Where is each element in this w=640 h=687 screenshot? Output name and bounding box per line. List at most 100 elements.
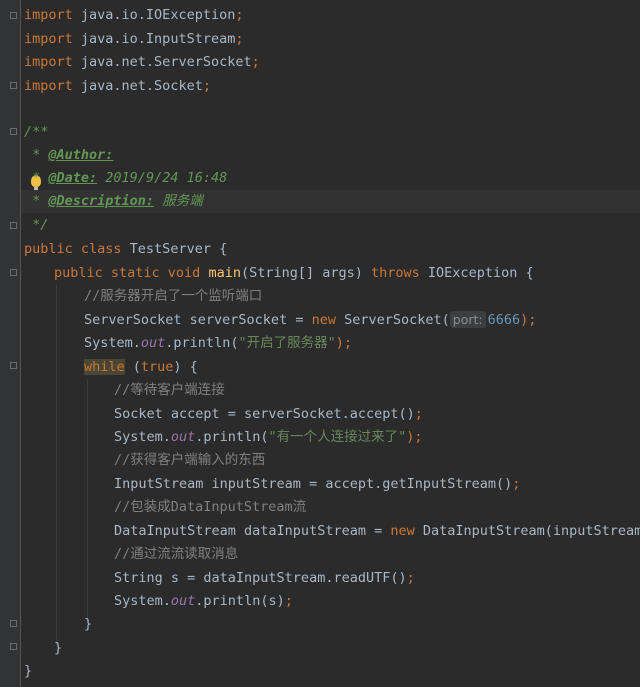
code-line-main[interactable]: public static void main(String[] args) t… [54,262,534,285]
code-comment: //等待客户端连接 [114,382,225,398]
fold-marker[interactable] [10,82,17,89]
code-editor[interactable]: import java.io.IOException; import java.… [0,0,640,687]
modifier-keywords: public static void [54,265,201,281]
code-line-println-2[interactable]: System.out.println("有一个人连接过来了"); [114,426,422,449]
variable-declaration: DataInputStream dataInputStream = [114,523,391,539]
code-line-while[interactable]: while (true) { [84,356,198,379]
string-literal: "开启了服务器" [238,335,336,351]
code-comment: //服务器开启了一个监听端口 [84,288,263,304]
code-line-comment-1[interactable]: //服务器开启了一个监听端口 [84,285,262,308]
code-line-doc-open[interactable]: /** [24,121,48,144]
code-line-comment-3[interactable]: //获得客户端输入的东西 [114,449,265,472]
variable-declaration: ServerSocket serverSocket = [84,312,312,328]
code-line-comment-4[interactable]: //包装成DataInputStream流 [114,496,306,519]
semicolon: ; [414,406,423,422]
fold-marker[interactable] [10,128,17,135]
code-line-accept[interactable]: Socket accept = serverSocket.accept(); [114,403,423,426]
semicolon: ; [251,54,260,70]
fold-marker[interactable] [10,362,17,369]
code-comment: //通过流流读取消息 [114,546,239,562]
code-line-doc-author[interactable]: * @Author: [24,144,113,167]
semicolon: ; [235,31,244,47]
fold-marker[interactable] [10,643,17,650]
code-line-class[interactable]: public class TestServer { [24,238,227,261]
code-comment: //包装成DataInputStream流 [114,499,307,515]
code-line-println-1[interactable]: System.out.println("开启了服务器"); [84,332,352,355]
out-field: out [170,593,196,609]
system-class: System. [114,593,171,609]
semicolon: ; [406,570,415,586]
import-path: java.io.IOException [72,7,236,23]
semicolon: ); [406,429,423,445]
code-line-datainputstream[interactable]: DataInputStream dataInputStream = new Da… [114,520,640,543]
code-line-inputstream[interactable]: InputStream inputStream = accept.getInpu… [114,473,520,496]
code-line-serversocket[interactable]: ServerSocket serverSocket = new ServerSo… [84,309,536,332]
indent-guide [87,379,88,621]
parameter-hint: port: [449,311,486,328]
code-comment: //获得客户端输入的东西 [114,452,266,468]
import-keyword: import [24,31,73,47]
code-line-3[interactable]: import java.net.ServerSocket; [24,51,260,74]
code-line-4[interactable]: import java.net.Socket; [24,75,211,98]
new-keyword: new [311,312,336,328]
import-keyword: import [24,7,73,23]
code-line-comment-5[interactable]: //通过流流读取消息 [114,543,238,566]
javadoc-prefix: * [24,193,49,209]
out-field: out [140,335,166,351]
fold-marker[interactable] [10,12,17,19]
code-line-1[interactable]: import java.io.IOException; [24,4,243,27]
paren: ( [124,359,141,375]
method-name: main [208,265,241,281]
constructor-call: DataInputStream(inputStream) [414,523,640,539]
system-class: System. [114,429,171,445]
import-path: java.io.InputStream [72,31,236,47]
import-path: java.net.ServerSocket [72,54,252,70]
system-class: System. [84,335,141,351]
true-keyword: true [140,359,174,375]
fold-marker[interactable] [10,620,17,627]
javadoc-author-tag: @Author: [48,147,114,163]
closing-brace: } [84,616,93,632]
exception-type: IOException { [419,265,534,281]
code-statement: String s = dataInputStream.readUTF() [114,570,407,586]
println-call: .println( [165,335,239,351]
code-statement: InputStream inputStream = accept.getInpu… [114,476,513,492]
import-path: java.net.Socket [72,78,203,94]
code-line-doc-description[interactable]: * @Description: 服务端 [24,190,203,213]
javadoc-description-tag: @Description: [48,193,155,209]
closing-brace: } [24,663,33,679]
import-keyword: import [24,78,73,94]
port-number: 6666 [487,312,521,328]
import-keyword: import [24,54,73,70]
javadoc-prefix: * [24,147,49,163]
indent-guide [56,285,57,645]
javadoc-date-tag: @Date: [48,170,98,186]
class-keyword: public class [24,241,122,257]
editor-gutter[interactable] [0,0,21,687]
semicolon: ); [335,335,352,351]
code-line-close-main[interactable]: } [54,637,62,660]
code-statement: Socket accept = serverSocket.accept() [114,406,415,422]
semicolon: ; [202,78,211,94]
javadoc-date-value: 2019/9/24 16:48 [97,170,228,186]
code-line-doc-date[interactable]: * @Date: 2019/9/24 16:48 [24,167,227,190]
semicolon: ; [284,593,293,609]
javadoc-prefix: * [24,170,49,186]
semicolon: ; [235,7,244,23]
paren: ) { [173,359,198,375]
code-line-doc-close[interactable]: */ [24,214,48,237]
println-call: .println( [195,429,269,445]
fold-marker[interactable] [10,269,17,276]
javadoc-description-value: 服务端 [154,193,203,209]
code-line-comment-2[interactable]: //等待客户端连接 [114,379,225,402]
class-name: TestServer { [121,241,228,257]
code-line-2[interactable]: import java.io.InputStream; [24,28,243,51]
fold-marker[interactable] [10,222,17,229]
javadoc-close: */ [24,217,49,233]
closing-brace: } [54,640,63,656]
code-line-close-class[interactable]: } [24,660,32,683]
code-line-println-3[interactable]: System.out.println(s); [114,590,293,613]
code-line-readutf[interactable]: String s = dataInputStream.readUTF(); [114,567,415,590]
new-keyword: new [390,523,415,539]
code-line-close-while[interactable]: } [84,613,92,636]
